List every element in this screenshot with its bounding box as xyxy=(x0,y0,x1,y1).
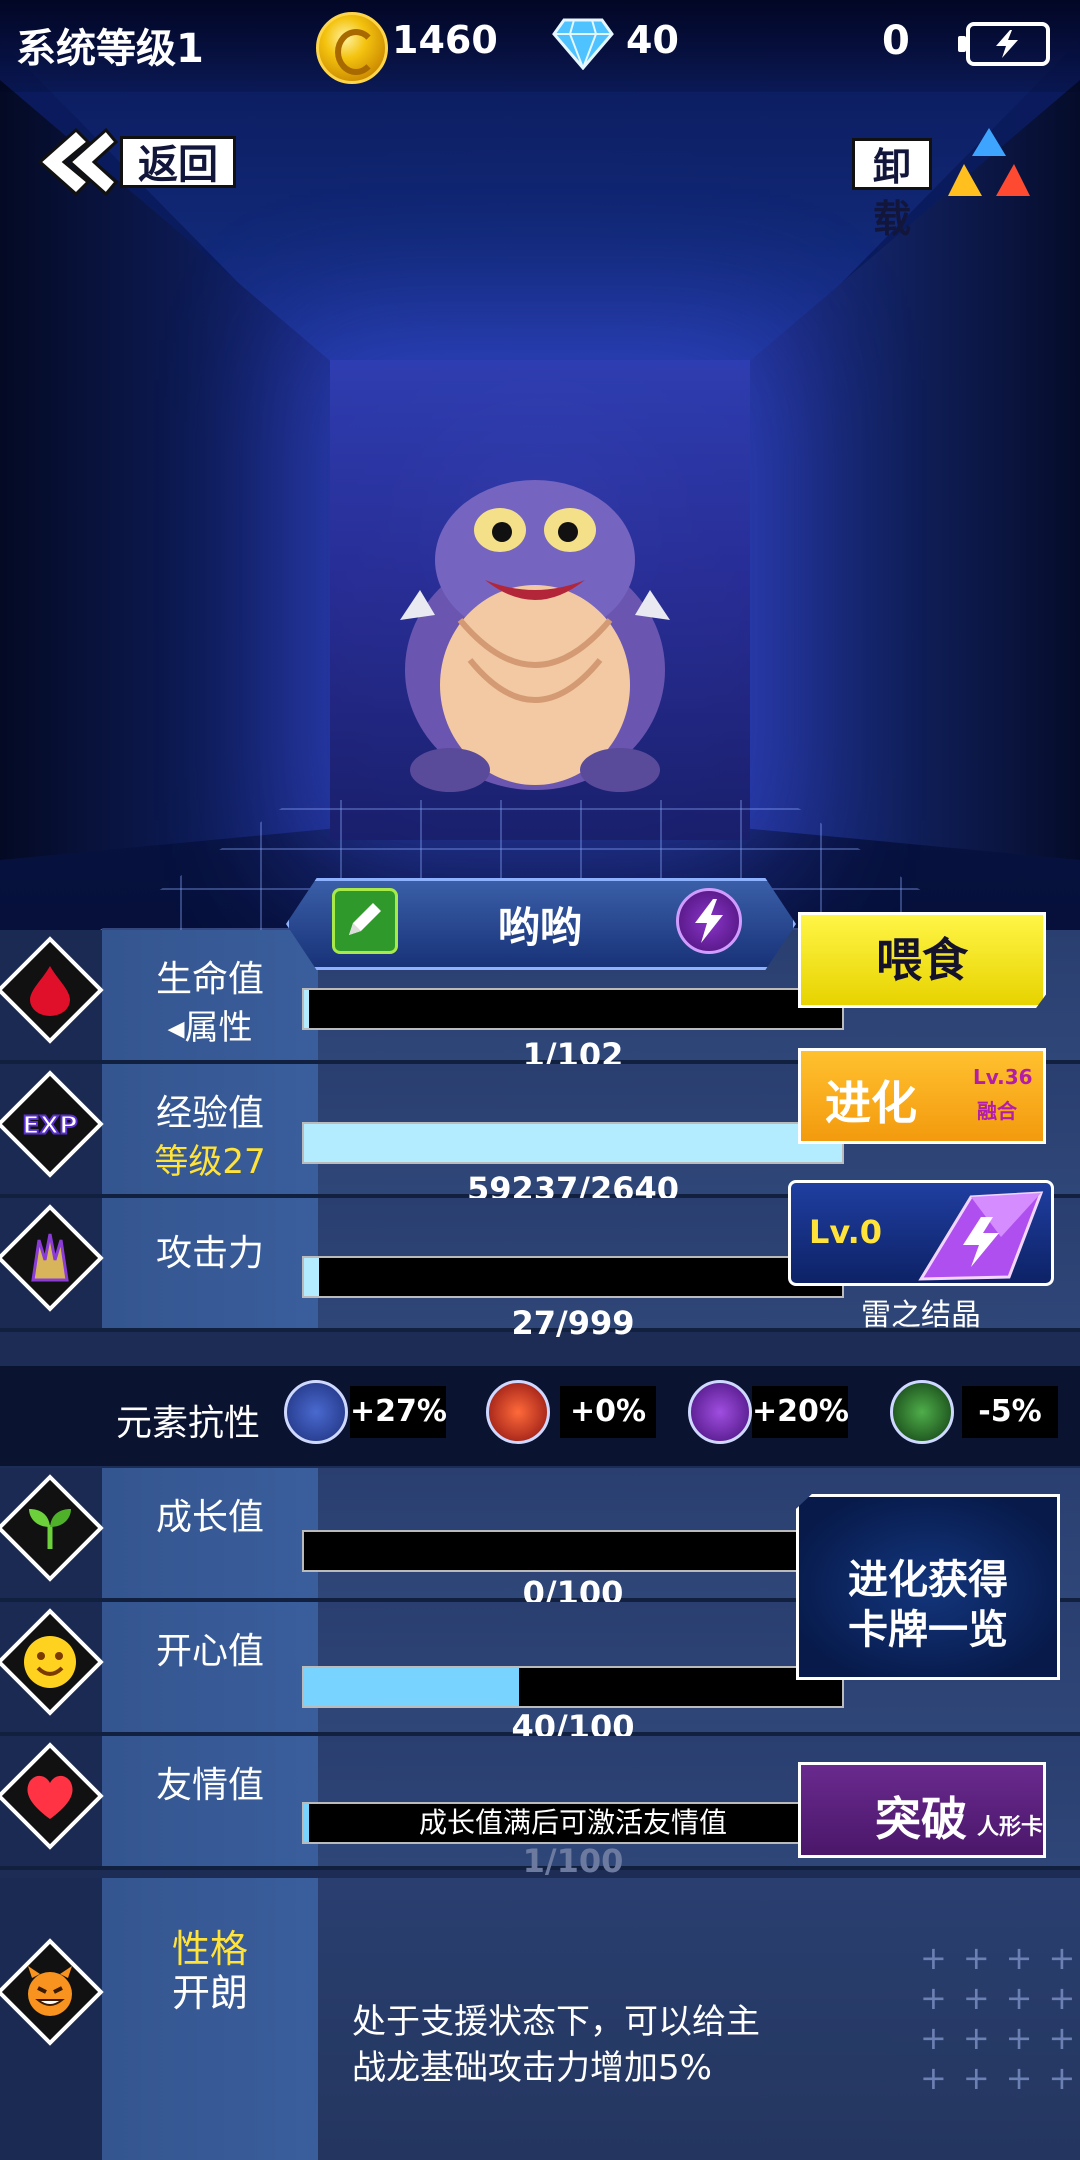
attack-label: 攻击力 xyxy=(155,1233,264,1274)
hp-bar xyxy=(302,988,844,1030)
attack-bar xyxy=(302,1256,844,1298)
system-level-text: 系统等级1 xyxy=(16,26,204,72)
resist-value-fire: +0% xyxy=(560,1386,656,1438)
devil-face-icon xyxy=(28,1966,72,2016)
gold-coin-icon xyxy=(316,12,388,84)
cards-line2: 卡牌一览 xyxy=(848,1607,1008,1653)
breakthrough-label: 突破 xyxy=(875,1792,967,1846)
double-chevron-left-icon xyxy=(37,127,118,197)
battery-energy-icon[interactable] xyxy=(958,22,1050,66)
exp-label: 经验值 xyxy=(155,1093,264,1134)
smiley-face-icon xyxy=(23,1636,76,1688)
monster-model[interactable] xyxy=(390,470,680,810)
level-text: 等级27 xyxy=(154,1142,266,1182)
unload-button[interactable]: 卸载 xyxy=(852,124,1052,241)
happy-label: 开心值 xyxy=(155,1631,264,1672)
heart-icon xyxy=(27,1775,73,1819)
attribute-link[interactable]: ◂属性 xyxy=(102,1000,318,1049)
back-button[interactable]: 返回 xyxy=(36,126,236,198)
back-label: 返回 xyxy=(120,136,236,188)
friendship-label: 友情值 xyxy=(155,1765,264,1806)
friendship-value: 1/100 xyxy=(522,1842,624,1880)
pet-detail-screen: 系统等级1 1460 40 0 返回 卸载 生命值 ◂属性 1/102 EXP … xyxy=(0,0,1080,2160)
dragon-claw-icon xyxy=(31,1233,69,1282)
breakthrough-button[interactable]: 突破 人形卡 xyxy=(798,1762,1046,1858)
diamond-gem-icon xyxy=(552,18,614,70)
growth-label: 成长值 xyxy=(155,1497,264,1538)
pet-name: 哟哟 xyxy=(497,903,582,952)
thunder-icon xyxy=(688,1380,752,1444)
poison-icon xyxy=(890,1380,954,1444)
friendship-bar: 成长值满后可激活友情值 xyxy=(302,1802,844,1844)
evolution-cards-button[interactable]: 进化获得 卡牌一览 xyxy=(796,1494,1060,1680)
hp-bar-fill xyxy=(304,990,310,1028)
evolve-label: 进化 xyxy=(825,1076,917,1130)
purple-crystal-icon xyxy=(918,1191,1044,1281)
recycle-icon xyxy=(948,128,1030,196)
plus-pattern-decoration: ++++ ++++ ++++ ++++ xyxy=(920,1939,1080,2097)
element-resist-row: 元素抗性 +27% +0% +20% -5% xyxy=(0,1366,1080,1466)
resist-value-water: +27% xyxy=(350,1386,447,1438)
fire-icon xyxy=(486,1380,550,1444)
unload-label: 卸载 xyxy=(852,138,932,241)
energy-count: 0 xyxy=(882,18,910,64)
hp-label: 生命值 xyxy=(155,959,264,1000)
growth-bar xyxy=(302,1530,844,1572)
water-shield-icon xyxy=(284,1380,348,1444)
resist-label: 元素抗性 xyxy=(116,1403,261,1444)
evolve-button[interactable]: 进化 Lv.36 融合 xyxy=(798,1048,1046,1144)
evolve-fusion-tag: 融合 xyxy=(977,1099,1017,1123)
resist-value-thunder: +20% xyxy=(752,1386,849,1438)
edit-pencil-icon[interactable] xyxy=(332,888,398,954)
personality-desc-line2: 战龙基础攻击力增加5% xyxy=(352,2048,712,2088)
svg-text:EXP: EXP xyxy=(22,1111,77,1140)
happy-bar xyxy=(302,1666,844,1708)
attack-bar-fill xyxy=(304,1258,319,1296)
feed-label: 喂食 xyxy=(876,933,968,987)
sprout-icon xyxy=(28,1509,71,1549)
attack-value: 27/999 xyxy=(511,1304,635,1342)
breakthrough-sub: 人形卡 xyxy=(977,1815,1044,1840)
resist-value-poison: -5% xyxy=(962,1386,1058,1438)
blood-drop-icon xyxy=(30,966,70,1016)
thunder-crystal-card[interactable]: Lv.0 xyxy=(788,1180,1054,1286)
feed-button[interactable]: 喂食 xyxy=(798,912,1046,1008)
friendship-bar-hint: 成长值满后可激活友情值 xyxy=(418,1806,727,1839)
thunder-element-icon xyxy=(676,888,742,954)
happy-bar-fill xyxy=(304,1668,520,1706)
crystal-name: 雷之结晶 xyxy=(861,1298,981,1333)
crystal-level: Lv.0 xyxy=(809,1213,883,1251)
exp-bar xyxy=(302,1122,844,1164)
personality-value: 开朗 xyxy=(171,1971,248,2015)
evolve-level-req: Lv.36 xyxy=(973,1065,1033,1089)
exp-bar-fill xyxy=(304,1124,842,1162)
exp-badge-icon: EXP xyxy=(21,1110,78,1141)
gem-count: 40 xyxy=(626,18,679,62)
coin-count: 1460 xyxy=(392,18,498,62)
personality-desc-line1: 处于支援状态下，可以给主 xyxy=(352,2002,760,2042)
